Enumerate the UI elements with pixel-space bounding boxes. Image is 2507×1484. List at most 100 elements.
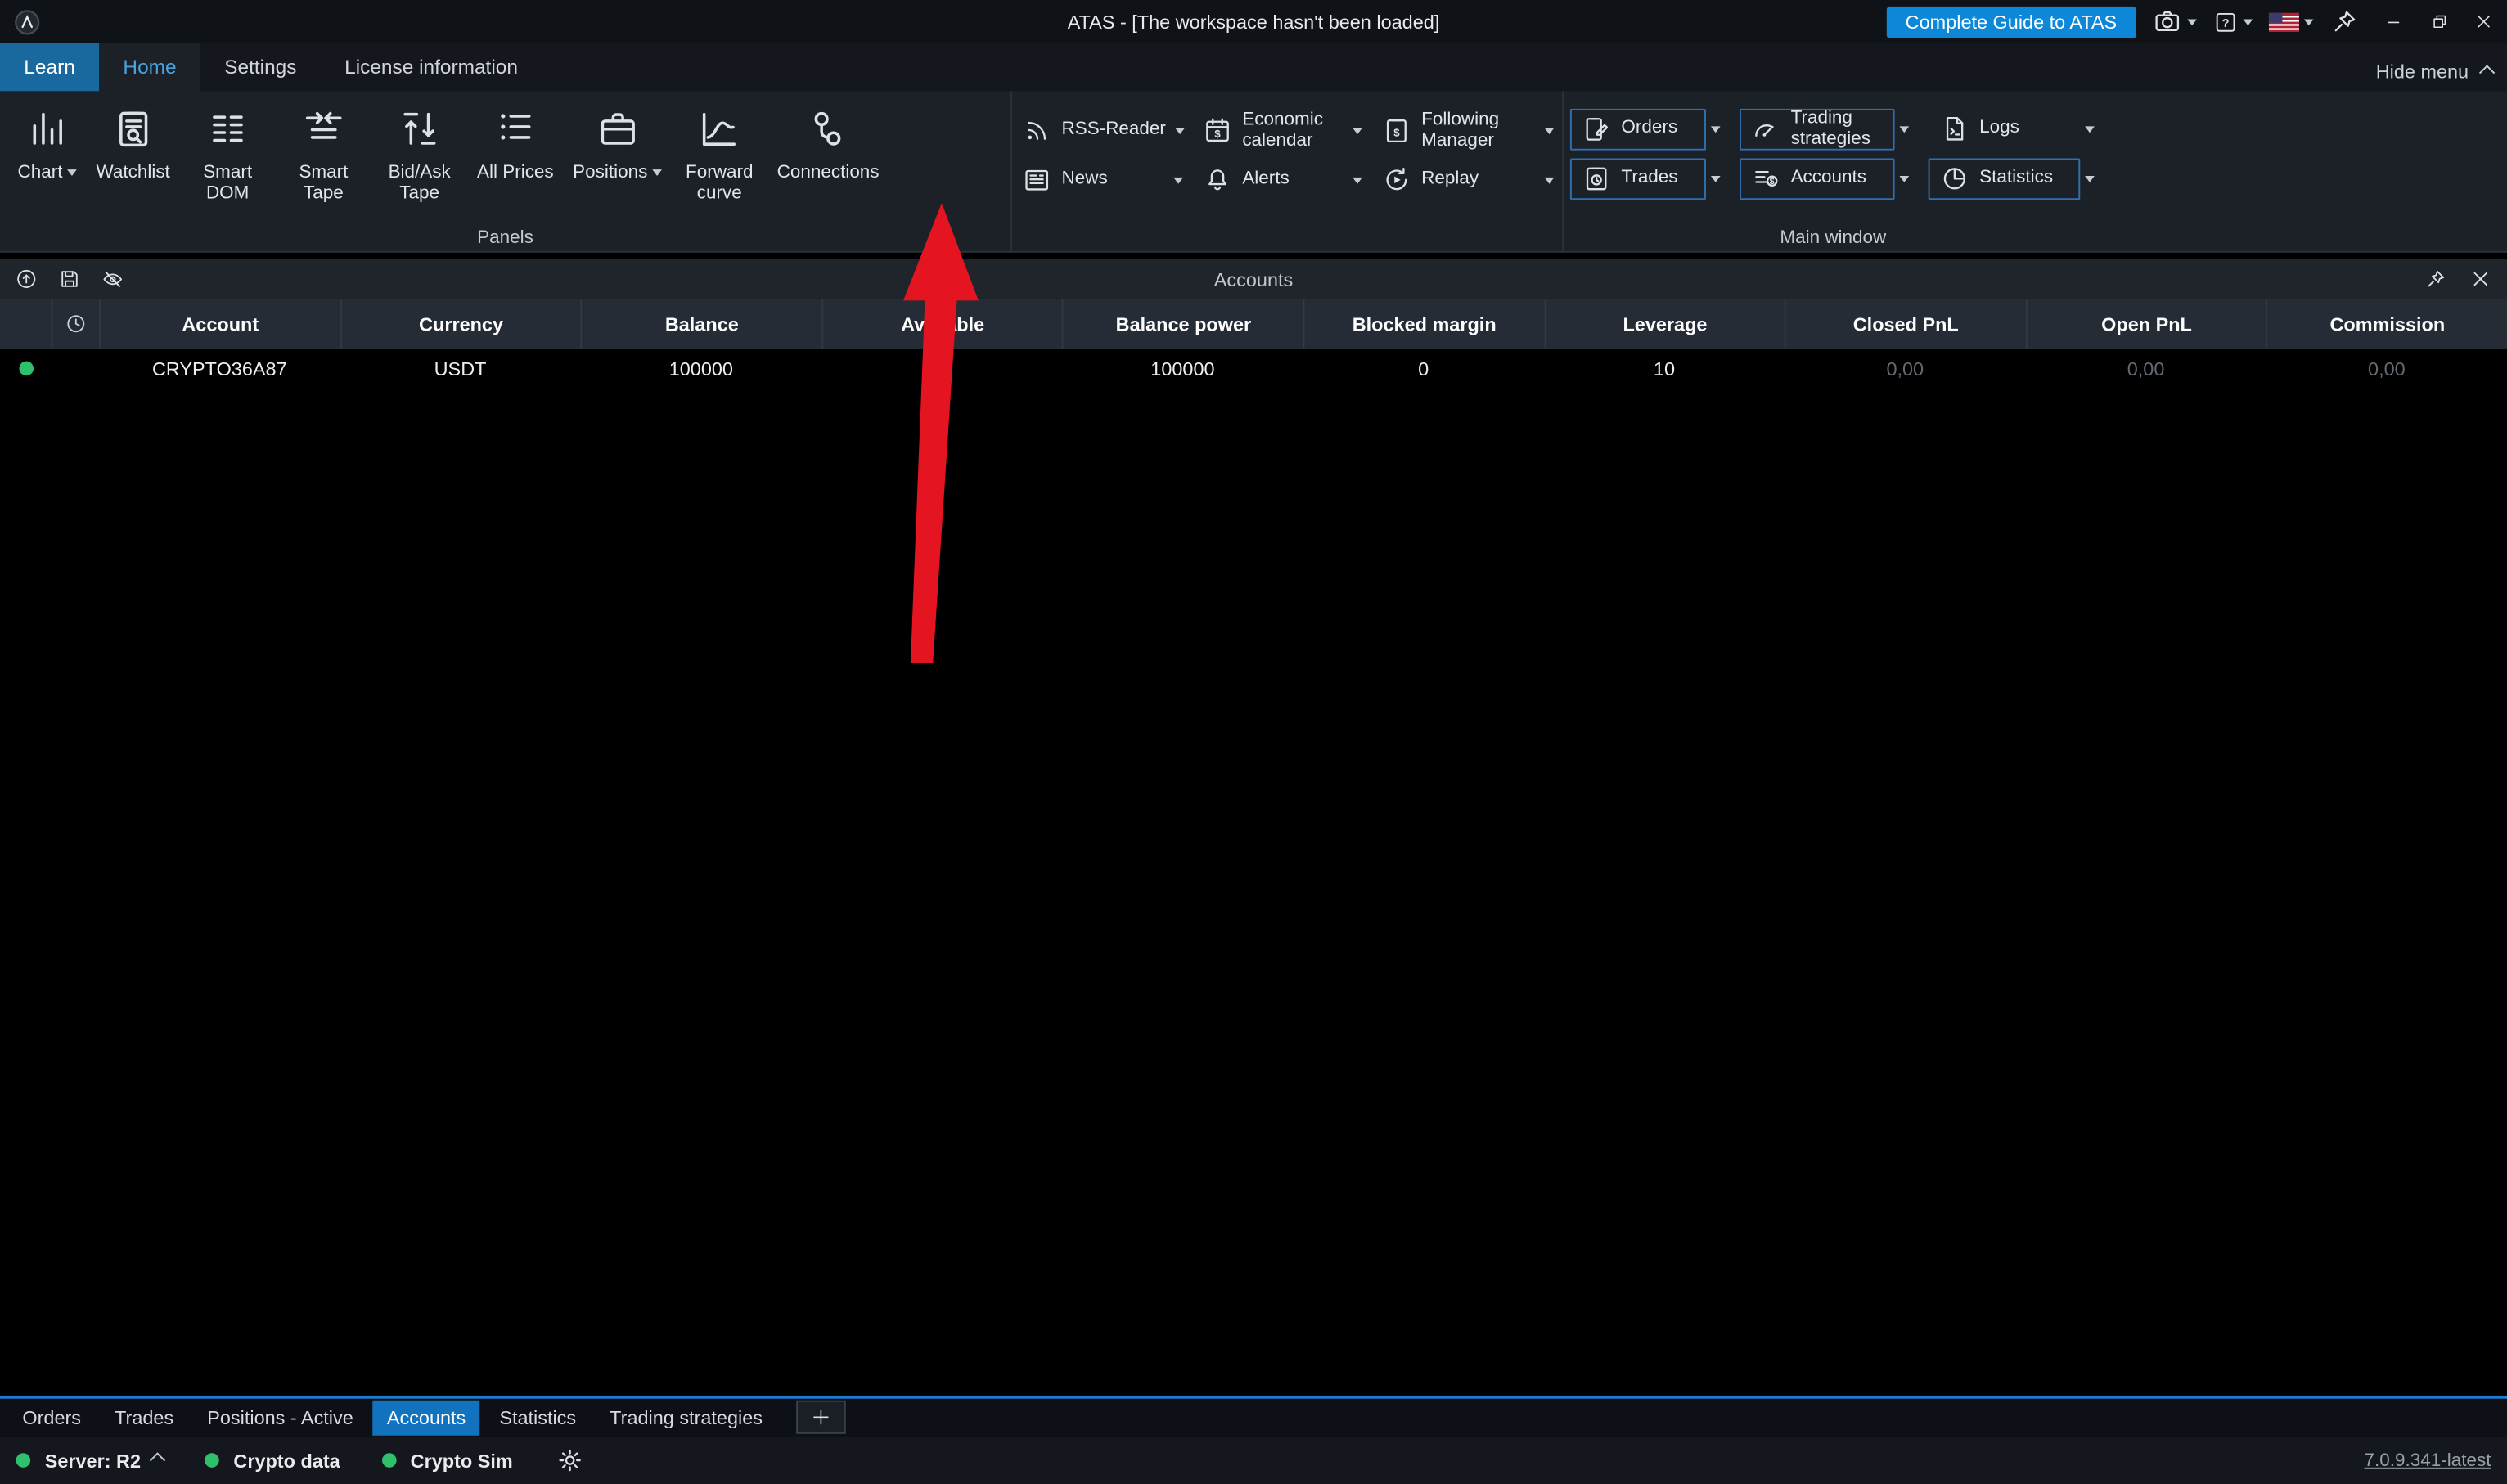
- ribbon-button-following-manager[interactable]: $ Following Manager: [1372, 106, 1564, 155]
- statistics-icon: [1939, 163, 1969, 193]
- eye-slash-icon[interactable]: [101, 267, 124, 290]
- table-row[interactable]: CRYPTO36A87 USDT 100000 100000 0 10 0,00…: [0, 349, 2507, 389]
- tab-statistics[interactable]: Statistics: [485, 1400, 591, 1435]
- panel-button-forward-curve[interactable]: Forward curve: [672, 102, 767, 207]
- button-label: RSS-Reader: [1062, 120, 1166, 140]
- server-selector[interactable]: Server: R2: [45, 1449, 164, 1471]
- chevron-down-icon: [2187, 18, 2197, 25]
- account-cell: CRYPTO36A87: [99, 358, 340, 380]
- column-header-commission[interactable]: Commission: [2266, 299, 2507, 349]
- column-header-leverage[interactable]: Leverage: [1544, 299, 1785, 349]
- connection-crypto-sim[interactable]: Crypto Sim: [411, 1449, 513, 1471]
- main-window-button-logs[interactable]: Logs: [1929, 108, 2081, 150]
- panel-button-watchlist[interactable]: Watchlist: [87, 102, 180, 187]
- column-header-time[interactable]: [52, 299, 100, 349]
- chevron-down-icon[interactable]: [1711, 175, 1721, 182]
- add-tab-button[interactable]: [796, 1401, 846, 1434]
- main-window-button-trades[interactable]: Trades: [1570, 157, 1706, 199]
- chevron-down-icon[interactable]: [1545, 177, 1555, 183]
- minimize-icon[interactable]: [2384, 11, 2405, 32]
- column-header-balance-power[interactable]: Balance power: [1062, 299, 1303, 349]
- button-label: Smart Tape: [286, 163, 362, 204]
- ribbon-button-replay[interactable]: Replay: [1372, 155, 1564, 205]
- close-icon[interactable]: [2473, 11, 2494, 32]
- chevron-down-icon[interactable]: [2085, 125, 2095, 132]
- language-menu[interactable]: [2269, 12, 2314, 31]
- gear-icon[interactable]: [555, 1445, 585, 1475]
- button-label: Trades: [1621, 169, 1677, 188]
- column-header-status[interactable]: [0, 299, 52, 349]
- main-window-button-accounts[interactable]: $ Accounts: [1740, 157, 1895, 199]
- main-window-button-trading-strategies[interactable]: Trading strategies: [1740, 108, 1895, 150]
- status-cell: [0, 362, 52, 376]
- replay-icon: [1381, 164, 1411, 195]
- ribbon-button-economic-calendar[interactable]: $ Economic calendar: [1193, 106, 1372, 155]
- menu-tab-license-information[interactable]: License information: [321, 43, 542, 92]
- complete-guide-button[interactable]: Complete Guide to ATAS: [1886, 6, 2136, 38]
- chevron-down-icon[interactable]: [1173, 177, 1183, 183]
- chevron-down-icon[interactable]: [67, 170, 77, 177]
- tab-trading-strategies[interactable]: Trading strategies: [596, 1400, 777, 1435]
- pin-icon[interactable]: [2329, 7, 2360, 37]
- main-window-button-statistics[interactable]: Statistics: [1929, 157, 2081, 199]
- chevron-down-icon[interactable]: [1899, 175, 1909, 182]
- main-window-button-orders[interactable]: Orders: [1570, 108, 1706, 150]
- chevron-down-icon[interactable]: [1899, 125, 1909, 132]
- menu-tab-settings[interactable]: Settings: [200, 43, 321, 92]
- column-header-account[interactable]: Account: [99, 299, 340, 349]
- panel-button-connections[interactable]: Connections: [767, 102, 889, 187]
- close-icon[interactable]: [2469, 267, 2492, 290]
- connection-crypto-data[interactable]: Crypto data: [233, 1449, 340, 1471]
- svg-text:?: ?: [2222, 16, 2230, 29]
- hide-menu-button[interactable]: Hide menu: [2376, 61, 2493, 83]
- panel-button-positions[interactable]: Positions: [563, 102, 671, 187]
- chevron-down-icon[interactable]: [1711, 125, 1721, 132]
- button-label: Chart: [17, 163, 62, 183]
- save-icon[interactable]: [57, 267, 81, 290]
- version-link[interactable]: 7.0.9.341-latest: [2365, 1450, 2491, 1469]
- column-header-blocked-margin[interactable]: Blocked margin: [1303, 299, 1544, 349]
- column-header-currency[interactable]: Currency: [340, 299, 580, 349]
- menu-tab-home[interactable]: Home: [99, 43, 200, 92]
- tab-trades[interactable]: Trades: [100, 1400, 187, 1435]
- tab-orders[interactable]: Orders: [8, 1400, 96, 1435]
- atas-window: ATAS - [The workspace hasn't been loaded…: [0, 0, 2507, 1484]
- bell-icon: [1202, 164, 1232, 195]
- column-header-open-pnl[interactable]: Open PnL: [2025, 299, 2266, 349]
- screenshot-menu[interactable]: [2152, 7, 2197, 37]
- panel-button-smart-dom[interactable]: Smart DOM: [180, 102, 276, 207]
- tab-accounts[interactable]: Accounts: [372, 1400, 480, 1435]
- chevron-down-icon[interactable]: [652, 170, 662, 177]
- column-header-available[interactable]: Available: [821, 299, 1062, 349]
- trading-strategies-icon: [1751, 114, 1781, 144]
- panel-button-all-prices[interactable]: All Prices: [467, 102, 563, 187]
- chevron-down-icon[interactable]: [2085, 175, 2095, 182]
- panel-title: Accounts: [1214, 268, 1293, 290]
- accounts-table-header: Account Currency Balance Available Balan…: [0, 299, 2507, 349]
- chevron-down-icon[interactable]: [1353, 177, 1362, 183]
- template-icon[interactable]: [15, 267, 38, 290]
- open-pnl-cell: 0,00: [2025, 358, 2266, 380]
- ribbon-button-rss-reader[interactable]: RSS-Reader: [1012, 106, 1193, 155]
- panel-button-smart-tape[interactable]: Smart Tape: [276, 102, 371, 207]
- button-label: All Prices: [477, 163, 554, 183]
- pin-icon[interactable]: [2424, 267, 2447, 290]
- help-menu[interactable]: ?: [2212, 9, 2253, 34]
- ribbon-button-news[interactable]: News: [1012, 155, 1193, 205]
- smart-tape-icon: [300, 106, 347, 152]
- restore-icon[interactable]: [2428, 11, 2449, 32]
- column-header-closed-pnl[interactable]: Closed PnL: [1785, 299, 2025, 349]
- chevron-down-icon[interactable]: [1353, 127, 1362, 133]
- plus-icon: [811, 1407, 831, 1428]
- closed-pnl-cell: 0,00: [1785, 358, 2025, 380]
- svg-text:$: $: [1393, 126, 1400, 138]
- menu-tab-learn[interactable]: Learn: [0, 43, 99, 92]
- chevron-down-icon[interactable]: [1176, 127, 1186, 133]
- chevron-down-icon[interactable]: [1545, 127, 1555, 133]
- tab-positions-active[interactable]: Positions - Active: [193, 1400, 368, 1435]
- ribbon-button-alerts[interactable]: Alerts: [1193, 155, 1372, 205]
- panel-button-bid-ask-tape[interactable]: Bid/Ask Tape: [371, 102, 467, 207]
- column-header-balance[interactable]: Balance: [581, 299, 821, 349]
- panel-button-chart[interactable]: Chart: [8, 102, 87, 187]
- chevron-down-icon: [2244, 18, 2253, 25]
